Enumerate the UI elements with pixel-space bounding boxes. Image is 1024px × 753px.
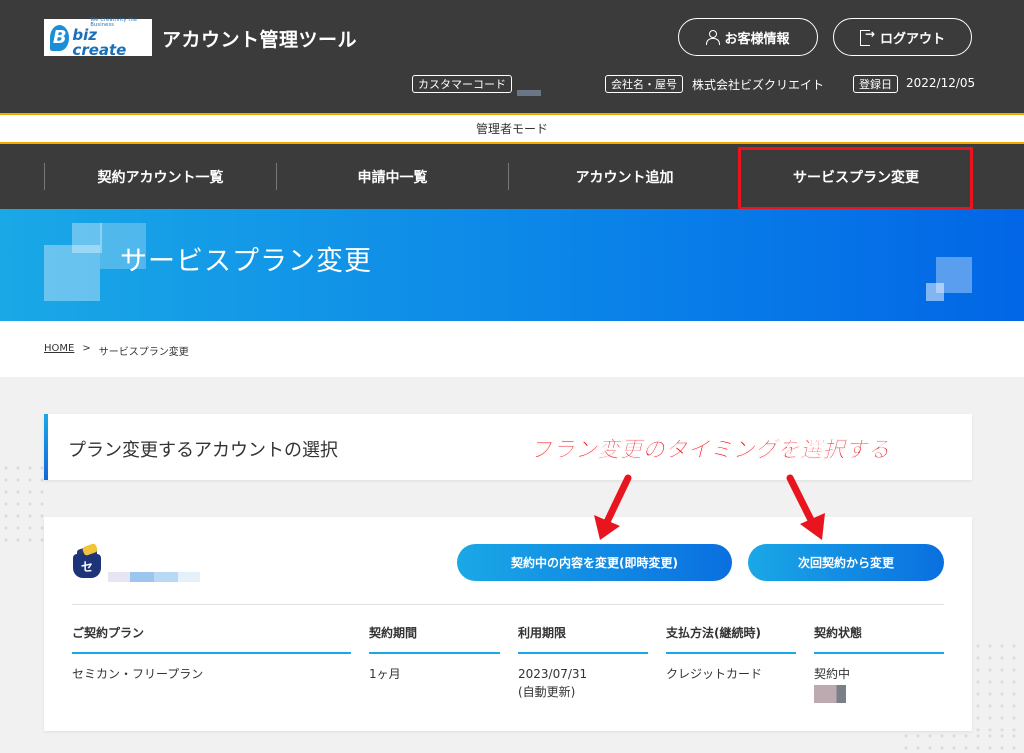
- col-underline: [369, 652, 500, 654]
- cell-expiry: 2023/07/31 (自動更新): [518, 665, 587, 701]
- nav-pending-applications[interactable]: 申請中一覧: [277, 144, 508, 209]
- cell-expiry-note: (自動更新): [518, 685, 576, 699]
- nav-highlight-box: [738, 147, 973, 210]
- header: B We Creativity the Business biz create …: [0, 0, 1024, 113]
- account-avatar-char: セ: [73, 554, 101, 578]
- col-underline: [814, 652, 944, 654]
- cell-status: 契約中: [814, 667, 851, 681]
- nav-contract-accounts[interactable]: 契約アカウント一覧: [45, 144, 276, 209]
- annotation-text: プラン変更のタイミングを選択する: [530, 438, 891, 463]
- logo-tagline: We Creativity the Business: [90, 16, 138, 28]
- dot-pattern: [972, 640, 1024, 740]
- main-nav: 契約アカウント一覧 申請中一覧 アカウント追加 サービスプラン変更: [0, 144, 1024, 210]
- cell-expiry-date: 2023/07/31: [518, 667, 588, 681]
- logo-b-icon: B: [50, 24, 70, 51]
- dot-pattern: [0, 462, 44, 542]
- registered-date: 2022/12/05: [906, 76, 976, 90]
- status-redacted: [814, 685, 846, 703]
- hero-title: サービスプラン変更: [120, 246, 372, 277]
- nav-add-account[interactable]: アカウント追加: [509, 144, 740, 209]
- customer-info-label: お客様情報: [724, 31, 790, 47]
- card-divider: [72, 604, 944, 605]
- cell-period: 1ヶ月: [369, 667, 401, 681]
- col-header-expiry: 利用期限: [518, 626, 567, 640]
- admin-mode-bar: 管理者モード: [0, 113, 1024, 144]
- admin-mode-label: 管理者モード: [475, 122, 548, 136]
- hero-banner: サービスプラン変更: [0, 209, 1024, 321]
- logo[interactable]: B We Creativity the Business biz create: [44, 16, 152, 59]
- col-underline: [666, 652, 796, 654]
- breadcrumb-current: サービスプラン変更: [98, 347, 189, 358]
- decor-square: [44, 245, 100, 301]
- section-title: プラン変更するアカウントの選択: [68, 440, 338, 461]
- company-tag: 会社名・屋号: [605, 75, 683, 93]
- customer-code-redacted: [517, 90, 541, 96]
- logout-button[interactable]: ログアウト: [833, 18, 972, 56]
- col-underline: [72, 652, 351, 654]
- change-next-contract-button[interactable]: 次回契約から変更: [748, 544, 944, 581]
- person-icon: [706, 30, 721, 45]
- breadcrumb-home[interactable]: HOME: [44, 343, 74, 358]
- customer-info-button[interactable]: お客様情報: [678, 18, 818, 56]
- decor-square: [926, 283, 944, 301]
- breadcrumb: HOME > サービスプラン変更: [44, 343, 189, 358]
- breadcrumb-separator: >: [82, 343, 91, 354]
- change-now-button[interactable]: 契約中の内容を変更(即時変更): [457, 544, 732, 581]
- col-header-period: 契約期間: [369, 626, 418, 640]
- account-name-redacted: [108, 572, 130, 582]
- col-header-plan: ご契約プラン: [72, 626, 145, 640]
- col-header-status: 契約状態: [814, 626, 863, 640]
- col-header-payment: 支払方法(継続時): [666, 626, 761, 640]
- logout-icon: [859, 27, 875, 46]
- registered-tag: 登録日: [853, 75, 898, 93]
- account-avatar: セ: [73, 542, 101, 578]
- cell-plan: セミカン・フリープラン: [72, 667, 204, 681]
- col-underline: [518, 652, 648, 654]
- logout-label: ログアウト: [879, 31, 945, 47]
- dot-pattern: [900, 730, 1020, 753]
- app-title: アカウント管理ツール: [162, 29, 358, 51]
- section-accent-bar: [44, 414, 48, 480]
- company-name: 株式会社ビズクリエイト: [692, 78, 825, 92]
- cell-payment: クレジットカード: [666, 667, 763, 681]
- logo-name: biz create: [72, 25, 127, 59]
- customer-code-tag: カスタマーコード: [412, 75, 512, 93]
